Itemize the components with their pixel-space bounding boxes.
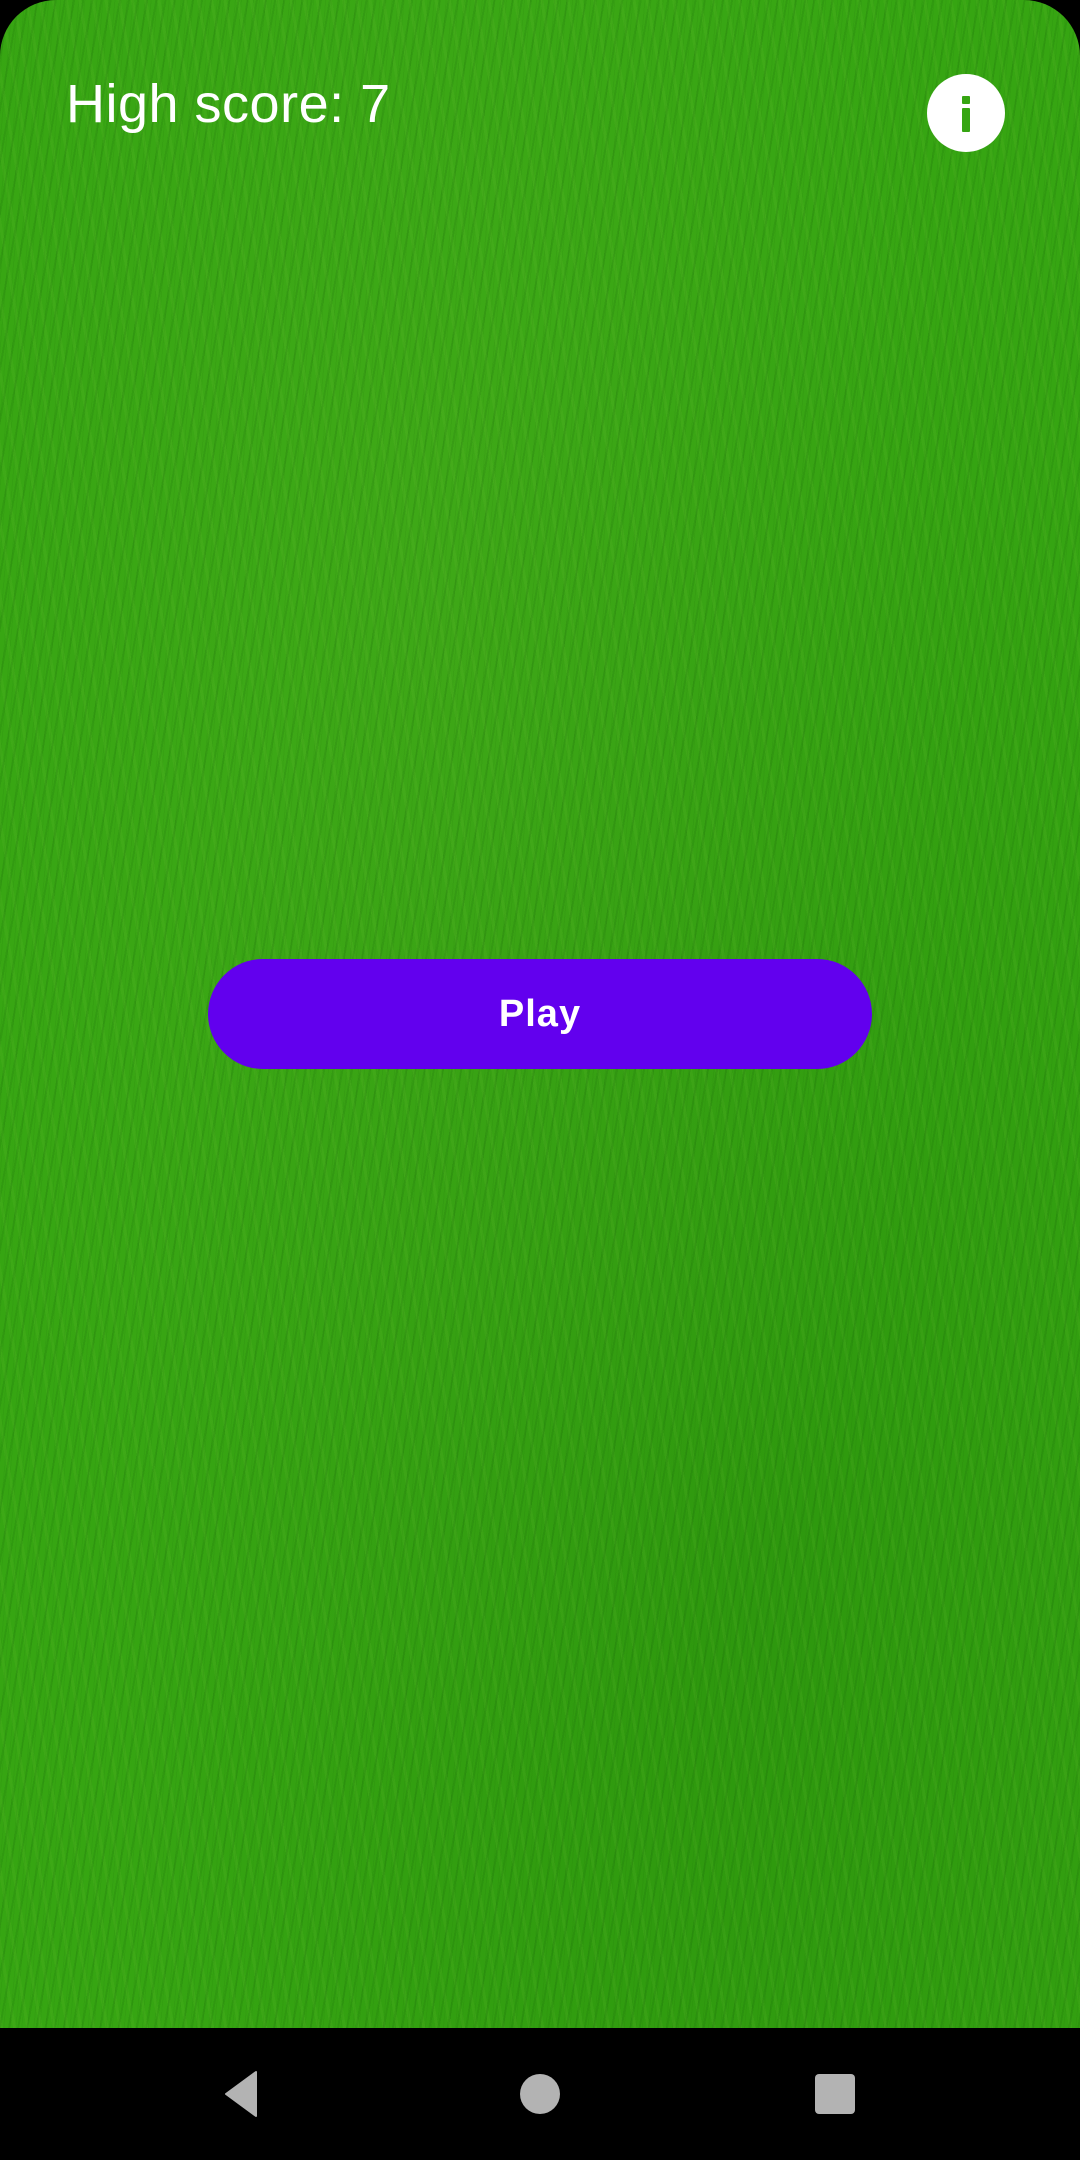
play-button[interactable]: Play: [208, 959, 872, 1069]
nav-recents-button[interactable]: [769, 2028, 901, 2160]
nav-home-button[interactable]: [474, 2028, 606, 2160]
system-navigation-bar: [0, 2028, 1080, 2160]
nav-back-button[interactable]: [178, 2028, 310, 2160]
info-button[interactable]: [927, 74, 1005, 152]
phone-screen: High score: 7 Play: [0, 0, 1080, 2160]
back-triangle-icon: [225, 2071, 257, 2117]
high-score-label: High score: 7: [66, 74, 391, 134]
grass-background: High score: 7 Play: [0, 0, 1080, 2028]
info-icon: [962, 96, 970, 132]
home-circle-icon: [520, 2074, 560, 2114]
recents-square-icon: [815, 2074, 855, 2114]
